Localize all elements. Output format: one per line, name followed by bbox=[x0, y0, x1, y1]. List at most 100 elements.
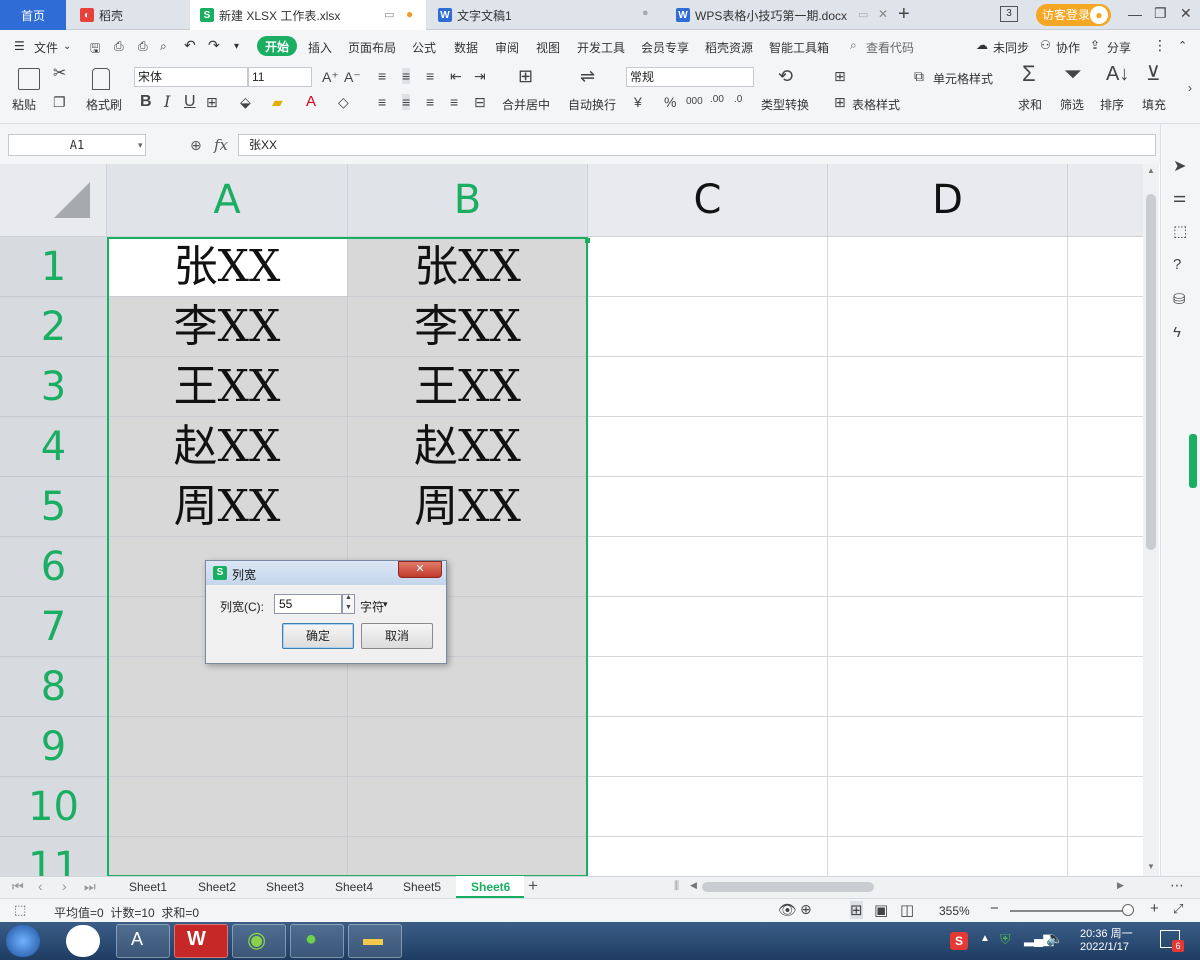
first-sheet-icon[interactable]: ⏮ bbox=[12, 879, 24, 895]
sheet-tab-5[interactable]: Sheet5 bbox=[403, 880, 441, 894]
tab-workbook[interactable]: S 新建 XLSX 工作表.xlsx ▭ ● bbox=[190, 0, 426, 30]
cell-e5[interactable] bbox=[1068, 477, 1143, 537]
cell-e1[interactable] bbox=[1068, 237, 1143, 297]
menu-tab-formula[interactable]: 公式 bbox=[412, 39, 436, 56]
minimize-icon[interactable]: — bbox=[1128, 6, 1142, 22]
page-break-view-icon[interactable]: ◫ bbox=[900, 901, 914, 919]
zoom-slider-track[interactable] bbox=[1010, 910, 1134, 912]
row-header-3[interactable]: 3 bbox=[0, 357, 107, 417]
column-header-d[interactable]: D bbox=[828, 164, 1068, 237]
cell-style-icon[interactable]: ⧉ bbox=[914, 68, 924, 84]
cell-c6[interactable] bbox=[588, 537, 828, 597]
italic-icon[interactable]: I bbox=[164, 94, 170, 110]
macro-icon[interactable]: ⬚ bbox=[14, 902, 26, 918]
menu-tab-view[interactable]: 视图 bbox=[536, 39, 560, 56]
menu-tab-data[interactable]: 数据 bbox=[454, 39, 478, 56]
format-painter-icon[interactable] bbox=[92, 68, 110, 90]
spreadsheet-grid[interactable]: A B C D 1 2 3 4 5 6 7 8 9 10 11 张XX 李XX … bbox=[0, 164, 1143, 876]
lightning-icon[interactable]: ϟ bbox=[1173, 324, 1181, 341]
cell-c2[interactable] bbox=[588, 297, 828, 357]
align-right-icon[interactable]: ≡ bbox=[426, 94, 434, 110]
fx-icon[interactable]: fx bbox=[214, 136, 228, 154]
cell-e6[interactable] bbox=[1068, 537, 1143, 597]
row-header-9[interactable]: 9 bbox=[0, 717, 107, 777]
more-icon[interactable]: ⋮ bbox=[1153, 37, 1167, 54]
cell-a11[interactable] bbox=[107, 837, 348, 876]
wrap-text-icon[interactable]: ⇌ bbox=[580, 67, 595, 85]
cell-d4[interactable] bbox=[828, 417, 1068, 477]
print-icon[interactable]: ⎙ bbox=[138, 39, 148, 54]
wrap-text-button[interactable]: 自动换行 bbox=[568, 96, 616, 113]
cell-style-button[interactable]: 单元格样式 bbox=[933, 70, 993, 87]
center-view-icon[interactable]: ⊕ bbox=[800, 901, 812, 918]
row-header-7[interactable]: 7 bbox=[0, 597, 107, 657]
cell-c5[interactable] bbox=[588, 477, 828, 537]
row-header-1[interactable]: 1 bbox=[0, 237, 107, 297]
tab-doc2[interactable]: W WPS表格小技巧第一期.docx ▭ ✕ bbox=[666, 0, 892, 30]
scroll-up-icon[interactable]: ▲ bbox=[1147, 166, 1155, 175]
cell-d10[interactable] bbox=[828, 777, 1068, 837]
font-name-select[interactable]: 宋体 bbox=[134, 67, 248, 87]
taskbar-app-explorer[interactable]: ▬ bbox=[348, 924, 402, 958]
scroll-down-icon[interactable]: ▼ bbox=[1147, 862, 1155, 871]
tab-home[interactable]: 首页 bbox=[0, 0, 66, 30]
save-icon[interactable]: 🖫 bbox=[90, 39, 100, 60]
unit-select[interactable]: 字符 bbox=[360, 598, 384, 615]
last-sheet-icon[interactable]: ⏭ bbox=[84, 879, 96, 895]
thousands-icon[interactable]: 000 bbox=[686, 94, 703, 110]
sheet-tab-1[interactable]: Sheet1 bbox=[129, 880, 167, 894]
column-width-spinner[interactable]: ▲ ▼ bbox=[342, 594, 355, 614]
taskbar-app-green[interactable]: ◉ bbox=[232, 924, 286, 958]
collab-button[interactable]: 协作 bbox=[1056, 39, 1080, 56]
collapse-ribbon-icon[interactable]: ⌃ bbox=[1178, 39, 1187, 52]
font-size-select[interactable]: 11 bbox=[248, 67, 312, 87]
scroll-right-icon[interactable]: ▶ bbox=[1117, 880, 1124, 891]
row-header-8[interactable]: 8 bbox=[0, 657, 107, 717]
sum-icon[interactable]: Σ bbox=[1022, 63, 1036, 85]
cell-d7[interactable] bbox=[828, 597, 1068, 657]
cell-e9[interactable] bbox=[1068, 717, 1143, 777]
scroll-left-icon[interactable]: ◀ bbox=[690, 880, 697, 891]
row-header-4[interactable]: 4 bbox=[0, 417, 107, 477]
border-icon[interactable]: ⊞ bbox=[206, 94, 218, 110]
column-header-a[interactable]: A bbox=[107, 164, 348, 237]
vertical-scrollbar[interactable]: ▲ ▼ bbox=[1143, 164, 1159, 876]
menu-tab-insert[interactable]: 插入 bbox=[308, 39, 332, 56]
zoom-slider-handle[interactable] bbox=[1122, 904, 1134, 916]
cell-b4[interactable]: 赵XX bbox=[348, 417, 588, 477]
zoom-level[interactable]: 355% bbox=[939, 904, 970, 918]
percent-icon[interactable]: % bbox=[664, 94, 676, 110]
security-shield-icon[interactable]: ⛨ bbox=[1000, 931, 1011, 948]
cell-a2[interactable]: 李XX bbox=[107, 297, 348, 357]
cell-e2[interactable] bbox=[1068, 297, 1143, 357]
eye-protection-icon[interactable]: 👁 bbox=[778, 901, 797, 919]
align-left-icon[interactable]: ≡ bbox=[378, 94, 386, 110]
cell-d5[interactable] bbox=[828, 477, 1068, 537]
cell-b5[interactable]: 周XX bbox=[348, 477, 588, 537]
zoom-formula-icon[interactable]: ⊕ bbox=[190, 137, 202, 154]
print-preview-icon[interactable]: ⌕ bbox=[160, 39, 167, 54]
volume-icon[interactable]: 🔈 bbox=[1046, 930, 1063, 947]
decrease-font-icon[interactable]: A⁻ bbox=[344, 69, 361, 85]
cell-e10[interactable] bbox=[1068, 777, 1143, 837]
cell-b9[interactable] bbox=[348, 717, 588, 777]
fill-handle[interactable] bbox=[585, 238, 590, 243]
cell-d11[interactable] bbox=[828, 837, 1068, 876]
restore-icon[interactable]: ❐ bbox=[1154, 5, 1167, 22]
cell-c3[interactable] bbox=[588, 357, 828, 417]
column-header-b[interactable]: B bbox=[348, 164, 588, 237]
indent-decrease-icon[interactable]: ⇤ bbox=[450, 68, 462, 84]
row-header-6[interactable]: 6 bbox=[0, 537, 107, 597]
distributed-icon[interactable]: ⊟ bbox=[474, 94, 486, 110]
normal-view-icon[interactable]: ⊞ bbox=[850, 901, 863, 919]
cell-c9[interactable] bbox=[588, 717, 828, 777]
cell-a4[interactable]: 赵XX bbox=[107, 417, 348, 477]
export-pdf-icon[interactable]: ⎙ bbox=[114, 39, 124, 54]
clock-date[interactable]: 2022/1/17 bbox=[1080, 941, 1129, 953]
cell-a5[interactable]: 周XX bbox=[107, 477, 348, 537]
cell-c11[interactable] bbox=[588, 837, 828, 876]
hamburger-icon[interactable]: ☰ bbox=[14, 39, 25, 53]
tab-doc1[interactable]: W 文字文稿1 ● bbox=[428, 0, 664, 30]
cell-d3[interactable] bbox=[828, 357, 1068, 417]
cell-c4[interactable] bbox=[588, 417, 828, 477]
